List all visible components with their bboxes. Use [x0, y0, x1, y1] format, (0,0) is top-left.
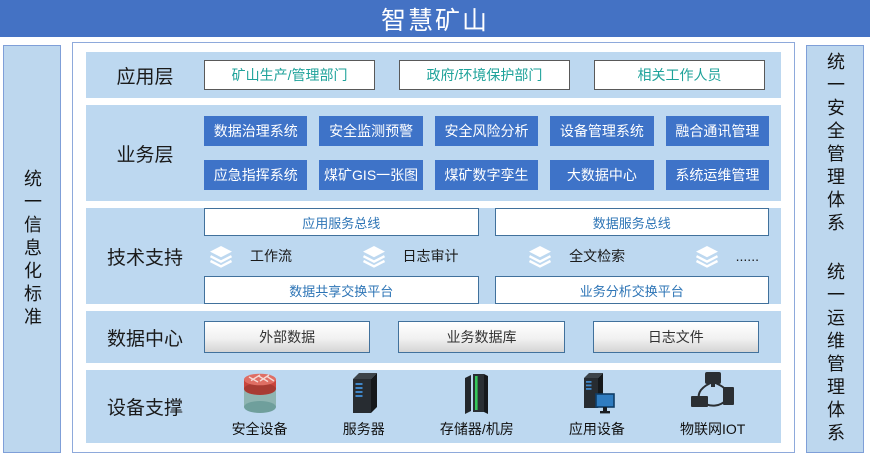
data-store: 外部数据	[204, 321, 370, 353]
layer-equipment: 设备支撑 安全设备	[86, 370, 781, 443]
layers-icon	[694, 245, 720, 268]
layer-tech-label: 技术支持	[86, 243, 204, 270]
layers-icon	[361, 245, 387, 268]
firewall-icon	[237, 370, 283, 416]
main-panel: 应用层 矿山生产/管理部门 政府/环境保护部门 相关工作人员 业务层 数据治理系…	[72, 42, 795, 453]
equipment-item: 安全设备	[232, 370, 288, 439]
storage-icon	[457, 370, 497, 416]
middleware-label: 工作流	[250, 246, 292, 266]
right-rail: 统一安全管理体系 统一运维管理体系	[806, 45, 864, 453]
title-banner: 智慧矿山	[0, 0, 870, 37]
iot-icon	[689, 370, 737, 416]
business-item: 大数据中心	[550, 160, 653, 190]
middleware-row: 工作流 日志审计 全文检索	[204, 242, 769, 270]
business-item: 煤矿GIS一张图	[319, 160, 422, 190]
layers-icon	[527, 245, 553, 268]
layer-equipment-label: 设备支撑	[86, 393, 204, 420]
layer-data-content: 外部数据 业务数据库 日志文件	[204, 321, 781, 353]
data-store: 业务数据库	[398, 321, 564, 353]
layer-tech-content: 应用服务总线 数据服务总线 工作流 日志审计	[204, 208, 781, 304]
middleware-item: 日志审计	[361, 245, 459, 268]
business-item: 数据治理系统	[204, 116, 307, 146]
middleware-item: 全文检索	[527, 245, 625, 268]
middleware-item: ......	[694, 245, 759, 268]
application-item: 政府/环境保护部门	[399, 60, 570, 90]
layer-application-content: 矿山生产/管理部门 政府/环境保护部门 相关工作人员	[204, 60, 781, 90]
exchange-platform: 数据共享交换平台	[204, 276, 479, 304]
middleware-label: 全文检索	[569, 246, 625, 266]
layer-tech-support: 技术支持 应用服务总线 数据服务总线 工作流	[86, 208, 781, 304]
layers-icon	[208, 245, 234, 268]
equipment-caption: 安全设备	[232, 419, 288, 439]
left-rail-label: 统一信息化标准	[23, 169, 41, 330]
business-item: 应急指挥系统	[204, 160, 307, 190]
middleware-item: 工作流	[208, 245, 292, 268]
business-row: 数据治理系统 安全监测预警 安全风险分析 设备管理系统 融合通讯管理	[204, 116, 769, 146]
layer-business-content: 数据治理系统 安全监测预警 安全风险分析 设备管理系统 融合通讯管理 应急指挥系…	[204, 116, 781, 190]
middleware-label: 日志审计	[403, 246, 459, 266]
layer-business: 业务层 数据治理系统 安全监测预警 安全风险分析 设备管理系统 融合通讯管理 应…	[86, 105, 781, 201]
server-icon	[344, 370, 384, 416]
equipment-item: 物联网IOT	[680, 370, 745, 439]
equipment-item: 存储器/机房	[440, 370, 514, 439]
exchange-platform: 业务分析交换平台	[495, 276, 770, 304]
middleware-label: ......	[736, 248, 759, 264]
business-item: 系统运维管理	[666, 160, 769, 190]
business-item: 安全风险分析	[435, 116, 538, 146]
layer-business-label: 业务层	[86, 140, 204, 167]
business-item: 煤矿数字孪生	[435, 160, 538, 190]
data-store: 日志文件	[593, 321, 759, 353]
application-item: 矿山生产/管理部门	[204, 60, 375, 90]
smart-mine-architecture-diagram: 智慧矿山 统一信息化标准 应用层 矿山生产/管理部门 政府/环境保护部门 相关工…	[0, 0, 870, 457]
platform-row: 数据共享交换平台 业务分析交换平台	[204, 276, 769, 304]
equipment-caption: 应用设备	[569, 419, 625, 439]
app-device-icon	[575, 370, 619, 416]
right-rail-label-ops: 统一运维管理体系	[826, 262, 844, 446]
business-row: 应急指挥系统 煤矿GIS一张图 煤矿数字孪生 大数据中心 系统运维管理	[204, 160, 769, 190]
layer-data-label: 数据中心	[86, 324, 204, 351]
layer-application: 应用层 矿山生产/管理部门 政府/环境保护部门 相关工作人员	[86, 52, 781, 98]
equipment-caption: 服务器	[343, 419, 385, 439]
business-item: 融合通讯管理	[666, 116, 769, 146]
equipment-item: 应用设备	[569, 370, 625, 439]
business-item: 安全监测预警	[319, 116, 422, 146]
service-bus: 应用服务总线	[204, 208, 479, 236]
layer-data-center: 数据中心 外部数据 业务数据库 日志文件	[86, 311, 781, 363]
right-rail-label-security: 统一安全管理体系	[826, 52, 844, 236]
page-title: 智慧矿山	[381, 1, 489, 37]
equipment-caption: 存储器/机房	[440, 419, 514, 439]
service-bus-row: 应用服务总线 数据服务总线	[204, 208, 769, 236]
layer-application-label: 应用层	[86, 62, 204, 89]
layer-equipment-content: 安全设备 服务器	[204, 370, 781, 443]
application-item: 相关工作人员	[594, 60, 765, 90]
left-rail: 统一信息化标准	[3, 45, 61, 453]
equipment-item: 服务器	[343, 370, 385, 439]
service-bus: 数据服务总线	[495, 208, 770, 236]
equipment-caption: 物联网IOT	[680, 419, 745, 439]
business-item: 设备管理系统	[550, 116, 653, 146]
